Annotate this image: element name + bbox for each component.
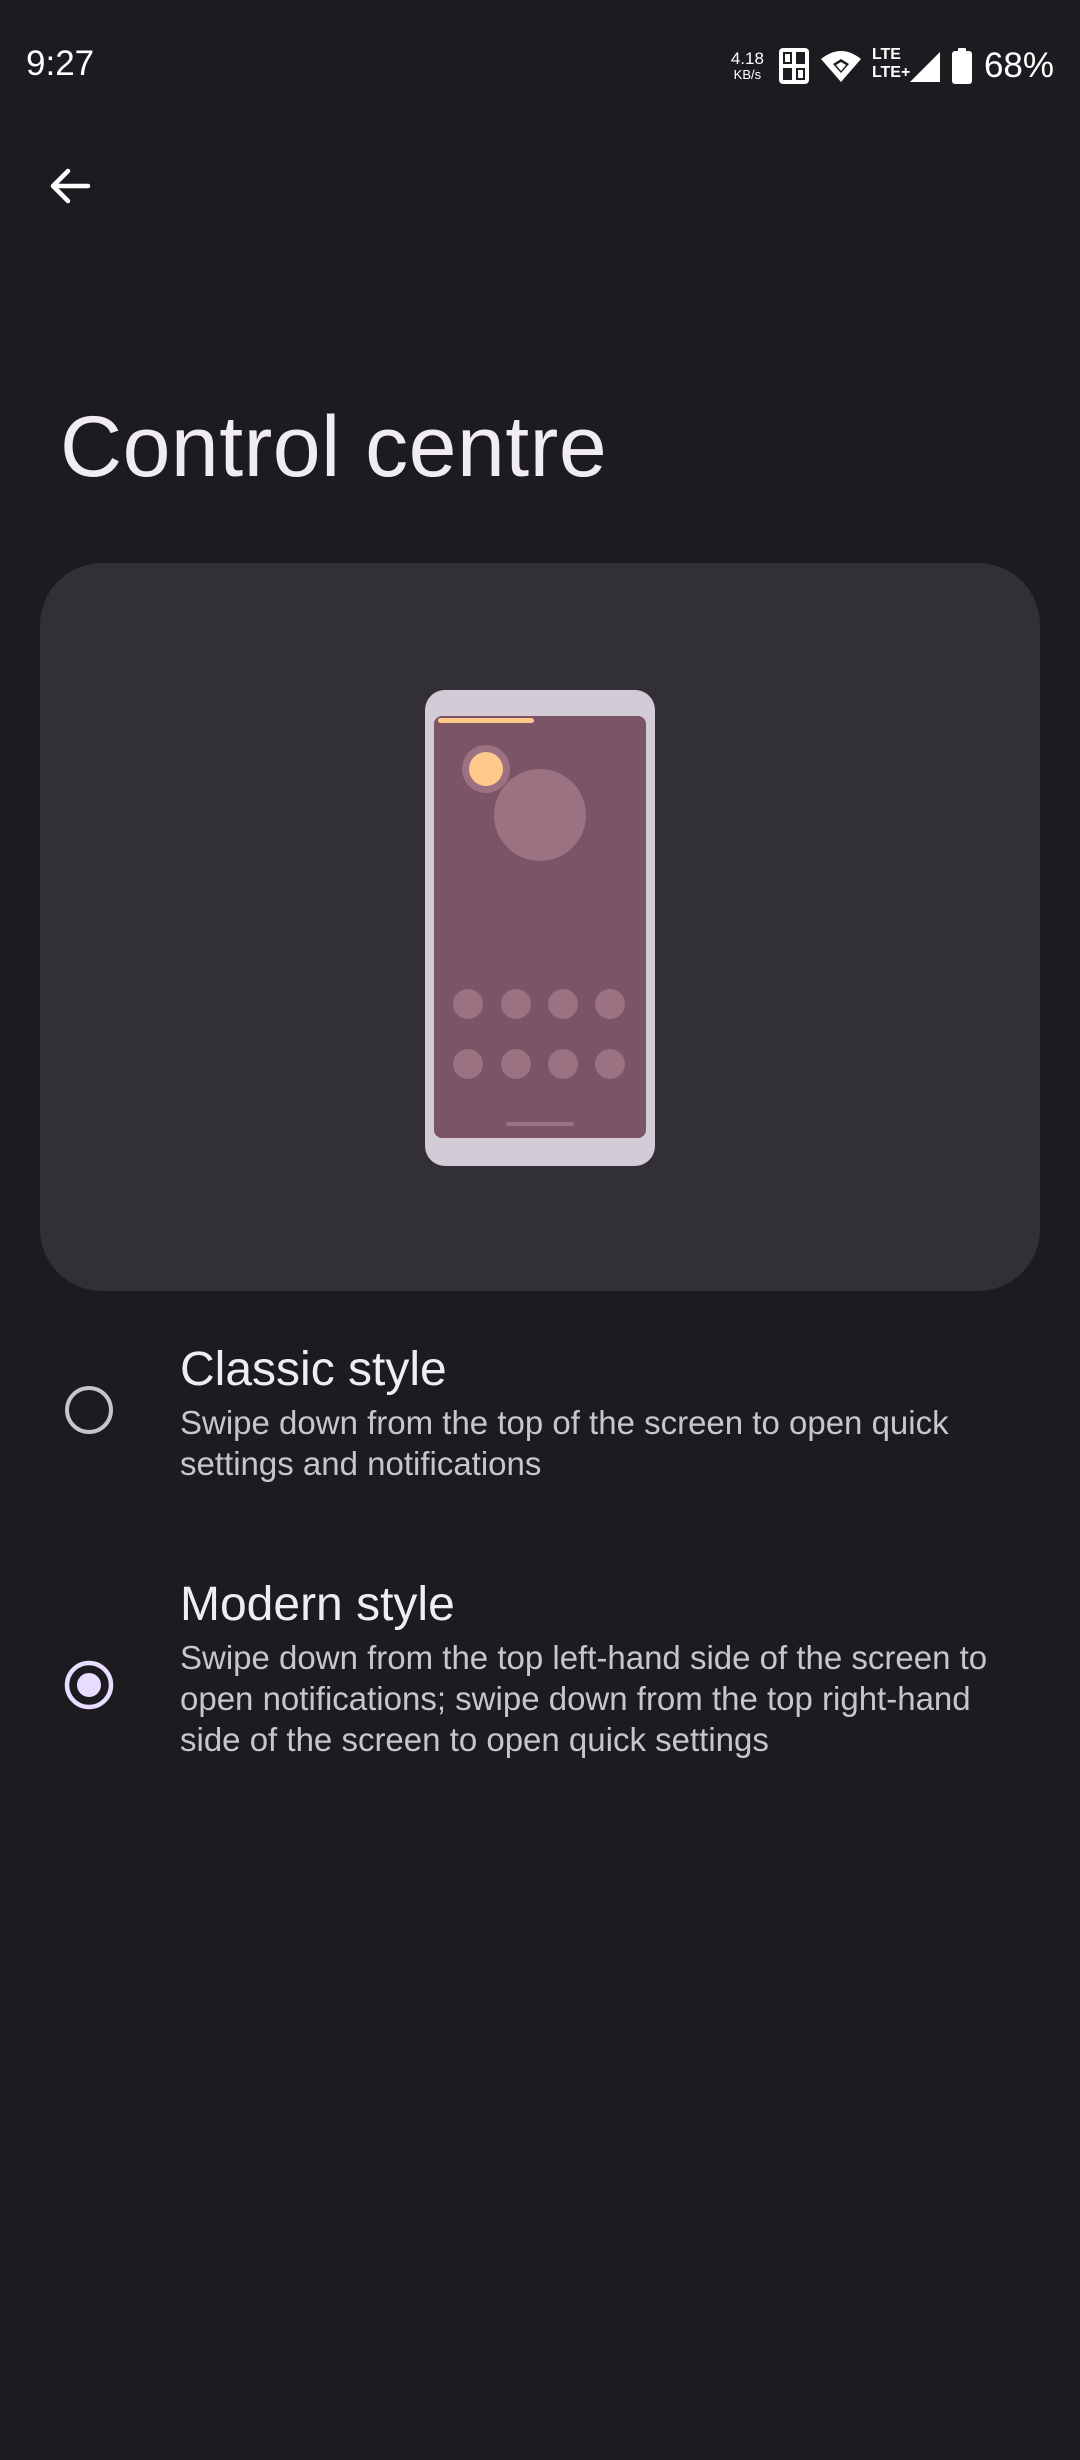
network-speed: 4.18 KB/s [731,50,764,82]
lte-plus-label: LTE+ [871,64,911,81]
option-modern-title: Modern style [180,1578,455,1631]
lte-signal: LTE LTE+ [872,44,942,88]
status-time: 9:27 [26,44,95,83]
option-classic-title: Classic style [180,1343,447,1396]
arrow-back-icon [50,168,91,204]
lte-label: LTE [871,46,901,63]
radio-selected-icon[interactable] [63,1659,115,1711]
radio-unselected-icon[interactable] [63,1384,115,1436]
back-button[interactable] [30,146,110,226]
dual-sim-icon [778,48,809,84]
battery-percent: 68% [983,46,1054,85]
option-modern-description: Swipe down from the top left-hand side o… [180,1639,988,1758]
signal-icon [909,52,940,82]
network-speed-unit: KB/s [733,67,762,82]
phone-illustration [425,690,655,1166]
battery-icon [951,48,972,84]
wifi-icon [820,51,861,82]
option-modern-style[interactable]: Modern style Swipe down from the top lef… [0,1565,1080,1815]
page-title: Control centre [60,399,608,495]
status-bar: 9:27 4.18 KB/s LTE LTE+ 68% [0,0,1080,134]
status-icons: 4.18 KB/s LTE LTE+ 68% [731,44,1054,88]
preview-card [40,563,1040,1291]
option-classic-description: Swipe down from the top of the screen to… [180,1404,949,1482]
option-classic-style[interactable]: Classic style Swipe down from the top of… [0,1330,1080,1510]
network-speed-value: 4.18 [730,49,764,68]
